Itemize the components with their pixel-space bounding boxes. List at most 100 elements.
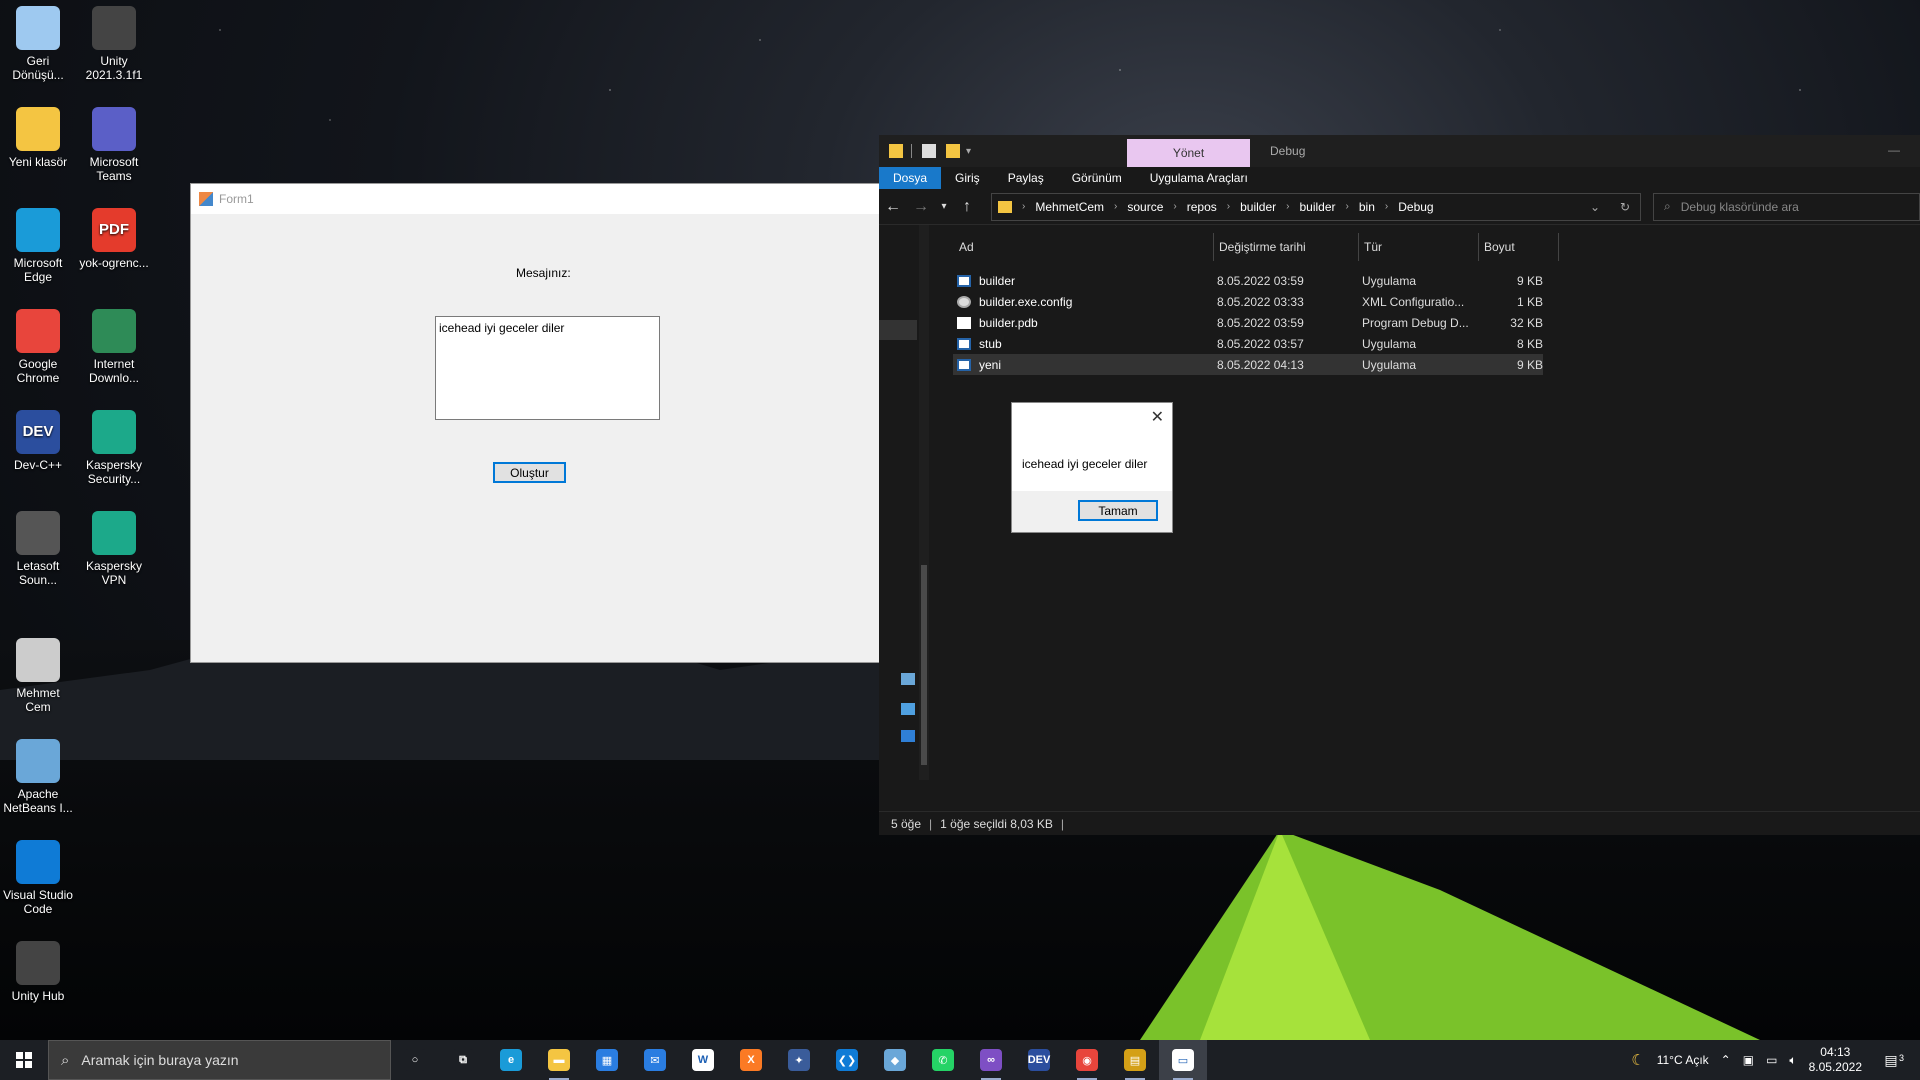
desktop-shortcut[interactable]: Apache NetBeans I... bbox=[0, 733, 76, 815]
volume-icon[interactable]: 🔈︎ bbox=[1789, 1053, 1796, 1068]
chevron-down-icon[interactable]: ⌄ bbox=[1590, 200, 1600, 214]
customize-toolbar-icon[interactable]: ▾ bbox=[966, 146, 971, 157]
file-type: XML Configuratio... bbox=[1362, 294, 1465, 309]
teams-icon bbox=[92, 107, 136, 151]
taskbar-app-winforms-app[interactable]: ▤ bbox=[1111, 1040, 1159, 1080]
address-bar[interactable]: › MehmetCem › source › repos › builder ›… bbox=[991, 192, 1641, 221]
breadcrumb-item[interactable]: bin bbox=[1359, 200, 1375, 214]
form1-titlebar[interactable]: Form1 bbox=[191, 184, 879, 214]
meet-now-icon[interactable]: ▣ bbox=[1743, 1053, 1754, 1067]
start-button[interactable] bbox=[0, 1040, 48, 1080]
taskbar-app-file-explorer[interactable]: ▬ bbox=[535, 1040, 583, 1080]
desktop-shortcut[interactable]: DEV Dev-C++ bbox=[0, 404, 76, 472]
taskbar-app-netbeans[interactable]: ◆ bbox=[871, 1040, 919, 1080]
file-row[interactable]: stub 8.05.2022 03:57 Uygulama 8 KB bbox=[953, 333, 1543, 354]
tab-share[interactable]: Paylaş bbox=[994, 167, 1058, 189]
breadcrumb-item[interactable]: builder bbox=[1240, 200, 1276, 214]
desktop-shortcut[interactable]: Kaspersky Security... bbox=[76, 404, 152, 486]
taskbar-app-cortana[interactable]: ○ bbox=[391, 1040, 439, 1080]
recent-locations-icon[interactable]: ▾ bbox=[935, 201, 953, 212]
taskbar-app-winword-app[interactable]: W bbox=[679, 1040, 727, 1080]
taskbar-app-explorer-window[interactable]: ▭ bbox=[1159, 1040, 1207, 1080]
weather-label[interactable]: 11°C Açık bbox=[1657, 1053, 1709, 1067]
taskbar-app-task-view[interactable]: ⧉ bbox=[439, 1040, 487, 1080]
taskbar-app-mail[interactable]: ✉ bbox=[631, 1040, 679, 1080]
breadcrumb-item[interactable]: builder bbox=[1300, 200, 1336, 214]
back-arrow-icon[interactable]: ← bbox=[879, 198, 907, 216]
desktop-shortcut[interactable]: Visual Studio Code bbox=[0, 834, 76, 916]
breadcrumb-item[interactable]: MehmetCem bbox=[1035, 200, 1104, 214]
desktop-shortcut[interactable]: Letasoft Soun... bbox=[0, 505, 76, 587]
file-row[interactable]: builder.exe.config 8.05.2022 03:33 XML Con… bbox=[953, 291, 1543, 312]
taskbar-app-store[interactable]: ▦ bbox=[583, 1040, 631, 1080]
column-type[interactable]: Tür bbox=[1359, 233, 1479, 261]
desktop-shortcut[interactable]: Unity Hub bbox=[0, 935, 76, 1003]
create-button[interactable]: Oluştur bbox=[493, 462, 566, 483]
up-arrow-icon[interactable]: ↑ bbox=[953, 198, 981, 216]
taskbar-search-input[interactable]: ⌕ Aramak için buraya yazın bbox=[48, 1040, 391, 1080]
tab-application-tools[interactable]: Uygulama Araçları bbox=[1136, 167, 1262, 189]
tab-file[interactable]: Dosya bbox=[879, 167, 942, 189]
forward-arrow-icon[interactable]: → bbox=[907, 198, 935, 216]
column-name[interactable]: Ad bbox=[954, 233, 1214, 261]
tab-home[interactable]: Giriş bbox=[941, 167, 994, 189]
taskbar-app-edge[interactable]: e bbox=[487, 1040, 535, 1080]
close-icon[interactable]: ✕ bbox=[1151, 407, 1164, 427]
desktop-shortcut[interactable]: Internet Downlo... bbox=[76, 303, 152, 385]
taskbar-app-chrome[interactable]: ◉ bbox=[1063, 1040, 1111, 1080]
form1-title: Form1 bbox=[219, 192, 254, 206]
desktop-shortcut[interactable]: PDF yok-ogrenc... bbox=[76, 202, 152, 270]
moon-icon[interactable]: ☾ bbox=[1631, 1051, 1644, 1069]
file-rows: builder 8.05.2022 03:59 Uygulama 9 KB builde… bbox=[953, 270, 1543, 375]
taskbar-app-dbeaver[interactable]: ✦ bbox=[775, 1040, 823, 1080]
message-textbox[interactable]: icehead iyi geceler diler bbox=[435, 316, 660, 420]
desktop-shortcut[interactable]: Yeni klasör bbox=[0, 101, 76, 169]
search-input[interactable]: ⌕ Debug klasöründe ara bbox=[1653, 192, 1920, 221]
clock[interactable]: 04:13 8.05.2022 bbox=[1809, 1045, 1862, 1075]
network-icon[interactable] bbox=[901, 730, 915, 742]
properties-icon[interactable] bbox=[922, 144, 936, 158]
desktop-shortcut[interactable]: Google Chrome bbox=[0, 303, 76, 385]
desktop-shortcut[interactable]: Kaspersky VPN bbox=[76, 505, 152, 587]
this-pc-icon[interactable] bbox=[901, 703, 915, 715]
column-date[interactable]: Değiştirme tarihi bbox=[1214, 233, 1359, 261]
taskbar-app-whatsapp[interactable]: ✆ bbox=[919, 1040, 967, 1080]
taskbar-app-vscode[interactable]: ❮❯ bbox=[823, 1040, 871, 1080]
taskbar-app-xampp[interactable]: X bbox=[727, 1040, 775, 1080]
network-icon[interactable]: ▭ bbox=[1766, 1053, 1777, 1067]
column-size[interactable]: Boyut bbox=[1479, 233, 1559, 261]
folder-icon[interactable] bbox=[889, 144, 903, 158]
taskbar-app-visual-studio[interactable]: ∞ bbox=[967, 1040, 1015, 1080]
desktop-shortcut-label: Unity Hub bbox=[11, 989, 65, 1003]
refresh-icon[interactable]: ↻ bbox=[1620, 200, 1630, 214]
chrome-icon bbox=[16, 309, 60, 353]
db-icon: ✦ bbox=[788, 1049, 810, 1071]
minimize-button[interactable]: — bbox=[1888, 143, 1900, 157]
breadcrumb-item[interactable]: Debug bbox=[1398, 200, 1433, 214]
ok-button[interactable]: Tamam bbox=[1078, 500, 1158, 521]
breadcrumb-item[interactable]: repos bbox=[1187, 200, 1217, 214]
file-date: 8.05.2022 03:59 bbox=[1217, 315, 1304, 330]
breadcrumb-item[interactable]: source bbox=[1127, 200, 1163, 214]
file-row[interactable]: yeni 8.05.2022 04:13 Uygulama 9 KB bbox=[953, 354, 1543, 375]
nav-selected-item[interactable] bbox=[879, 320, 917, 340]
scrollbar-thumb[interactable] bbox=[921, 565, 927, 765]
nav-scrollbar[interactable] bbox=[919, 225, 929, 780]
network-drive-icon[interactable] bbox=[901, 673, 915, 685]
store-icon: ▦ bbox=[596, 1049, 618, 1071]
file-row[interactable]: builder 8.05.2022 03:59 Uygulama 9 KB bbox=[953, 270, 1543, 291]
desktop-shortcut[interactable]: Geri Dönüşü... bbox=[0, 0, 76, 82]
notification-center-button[interactable]: ▤ 3 bbox=[1874, 1052, 1908, 1069]
drive-icon bbox=[16, 638, 60, 682]
tab-view[interactable]: Görünüm bbox=[1058, 167, 1136, 189]
file-row[interactable]: builder.pdb 8.05.2022 03:59 Program Debug … bbox=[953, 312, 1543, 333]
chevron-up-icon[interactable]: ⌃ bbox=[1721, 1053, 1731, 1067]
search-icon: ⌕ bbox=[1664, 199, 1671, 213]
desktop-shortcut[interactable]: Microsoft Teams bbox=[76, 101, 152, 183]
desktop-shortcut[interactable]: Mehmet Cem bbox=[0, 632, 76, 714]
tab-manage[interactable]: Yönet bbox=[1127, 139, 1250, 167]
desktop-shortcut[interactable]: Microsoft Edge bbox=[0, 202, 76, 284]
new-folder-icon[interactable] bbox=[946, 144, 960, 158]
taskbar-app-devcpp[interactable]: DEV bbox=[1015, 1040, 1063, 1080]
desktop-shortcut[interactable]: Unity 2021.3.1f1 bbox=[76, 0, 152, 82]
